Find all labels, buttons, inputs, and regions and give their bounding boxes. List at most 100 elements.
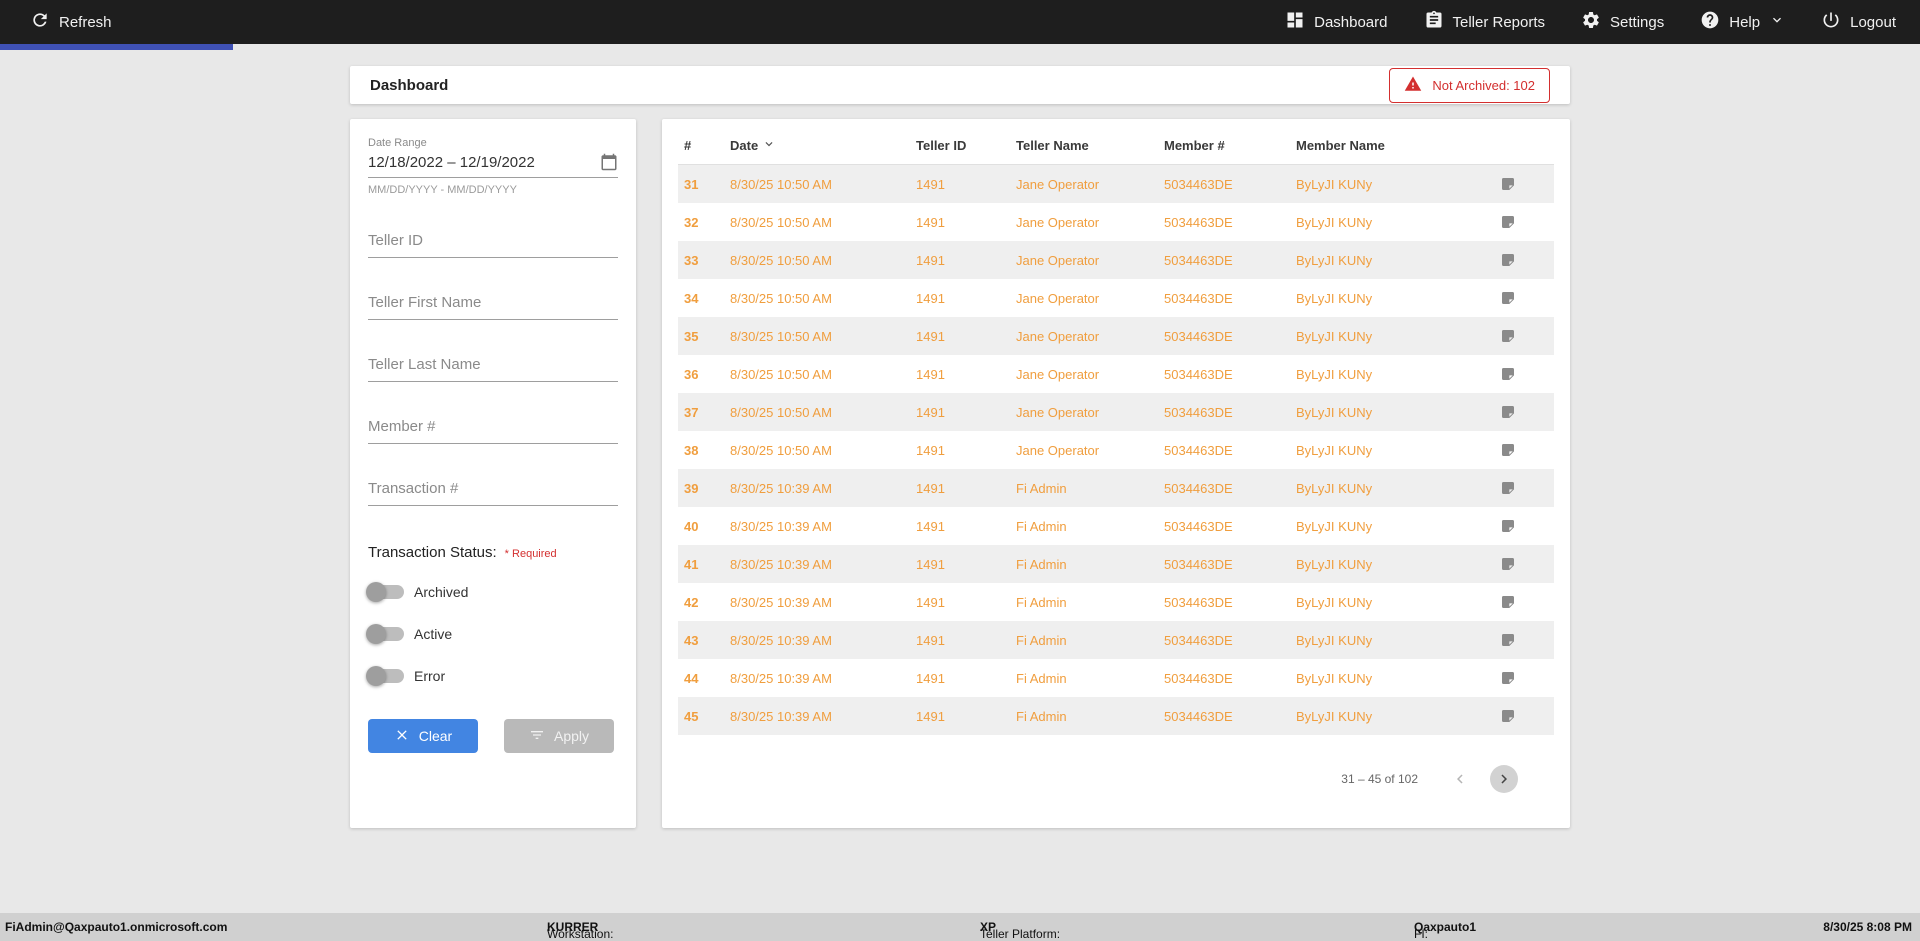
cell-teller-id: 1491 <box>916 518 945 534</box>
not-archived-badge[interactable]: Not Archived: 102 <box>1389 67 1550 103</box>
table-body: 31 8/30/25 10:50 AM 1491 Jane Operator 5… <box>678 165 1554 735</box>
cell-teller-name: Fi Admin <box>1016 670 1067 686</box>
cell-teller-id: 1491 <box>916 328 945 344</box>
note-icon[interactable] <box>1500 518 1548 534</box>
cell-date: 8/30/25 10:50 AM <box>730 328 832 344</box>
status-bar: FiAdmin@Qaxpauto1.onmicrosoft.com Workst… <box>0 913 1920 941</box>
note-icon[interactable] <box>1500 442 1548 458</box>
table-row[interactable]: 44 8/30/25 10:39 AM 1491 Fi Admin 503446… <box>678 659 1554 697</box>
note-icon[interactable] <box>1500 290 1548 306</box>
table-row[interactable]: 34 8/30/25 10:50 AM 1491 Jane Operator 5… <box>678 279 1554 317</box>
table-row[interactable]: 38 8/30/25 10:50 AM 1491 Jane Operator 5… <box>678 431 1554 469</box>
cell-member-num: 5034463DE <box>1164 708 1233 724</box>
cell-date: 8/30/25 10:50 AM <box>730 252 832 268</box>
nav-help[interactable]: Help <box>1700 10 1785 34</box>
table-row[interactable]: 31 8/30/25 10:50 AM 1491 Jane Operator 5… <box>678 165 1554 203</box>
transaction-number-input[interactable] <box>368 480 618 506</box>
pagination: 31 – 45 of 102 <box>678 765 1554 793</box>
refresh-button[interactable]: Refresh <box>30 10 112 34</box>
apply-button[interactable]: Apply <box>504 719 614 753</box>
cell-teller-name: Fi Admin <box>1016 518 1067 534</box>
cell-member-name: ByLyJI KUNy <box>1296 328 1373 344</box>
prev-page-button[interactable] <box>1446 765 1474 793</box>
cell-num: 34 <box>684 290 699 306</box>
table-row[interactable]: 35 8/30/25 10:50 AM 1491 Jane Operator 5… <box>678 317 1554 355</box>
cell-member-num: 5034463DE <box>1164 480 1233 496</box>
table-row[interactable]: 32 8/30/25 10:50 AM 1491 Jane Operator 5… <box>678 203 1554 241</box>
note-icon[interactable] <box>1500 366 1548 382</box>
table-row[interactable]: 45 8/30/25 10:39 AM 1491 Fi Admin 503446… <box>678 697 1554 735</box>
next-page-button[interactable] <box>1490 765 1518 793</box>
cell-teller-id: 1491 <box>916 594 945 610</box>
transaction-status-label: Transaction Status: <box>368 544 497 561</box>
note-icon[interactable] <box>1500 708 1548 724</box>
active-toggle[interactable] <box>366 624 404 644</box>
note-icon[interactable] <box>1500 670 1548 686</box>
cell-member-name: ByLyJI KUNy <box>1296 480 1373 496</box>
note-icon[interactable] <box>1500 176 1548 192</box>
apply-button-label: Apply <box>553 728 590 744</box>
cell-teller-id: 1491 <box>916 290 945 306</box>
date-range-underline <box>368 177 618 178</box>
col-teller-id: Teller ID <box>916 138 967 153</box>
cell-member-name: ByLyJI KUNy <box>1296 404 1373 420</box>
archived-toggle-label: Archived <box>414 584 469 600</box>
nav-settings[interactable]: Settings <box>1581 10 1664 34</box>
cell-teller-id: 1491 <box>916 176 945 192</box>
refresh-icon <box>30 10 50 34</box>
table-row[interactable]: 33 8/30/25 10:50 AM 1491 Jane Operator 5… <box>678 241 1554 279</box>
member-number-field <box>368 418 618 444</box>
calendar-icon[interactable] <box>600 153 618 171</box>
table-row[interactable]: 43 8/30/25 10:39 AM 1491 Fi Admin 503446… <box>678 621 1554 659</box>
cell-member-name: ByLyJI KUNy <box>1296 670 1373 686</box>
table-row[interactable]: 42 8/30/25 10:39 AM 1491 Fi Admin 503446… <box>678 583 1554 621</box>
table-row[interactable]: 37 8/30/25 10:50 AM 1491 Jane Operator 5… <box>678 393 1554 431</box>
cell-num: 42 <box>684 594 699 610</box>
note-icon[interactable] <box>1500 480 1548 496</box>
cell-teller-name: Fi Admin <box>1016 632 1067 648</box>
cell-member-name: ByLyJI KUNy <box>1296 518 1373 534</box>
clear-button-label: Clear <box>418 728 453 744</box>
table-row[interactable]: 39 8/30/25 10:39 AM 1491 Fi Admin 503446… <box>678 469 1554 507</box>
teller-last-name-field <box>368 356 618 382</box>
cell-date: 8/30/25 10:39 AM <box>730 670 832 686</box>
status-teller-platform: Teller Platform: XP <box>980 920 1061 941</box>
col-date[interactable]: Date <box>730 137 916 154</box>
status-time: 8/30/25 8:08 PM <box>1823 920 1912 934</box>
teller-last-name-input[interactable] <box>368 356 618 382</box>
note-icon[interactable] <box>1500 594 1548 610</box>
note-icon[interactable] <box>1500 556 1548 572</box>
table-row[interactable]: 36 8/30/25 10:50 AM 1491 Jane Operator 5… <box>678 355 1554 393</box>
date-range-value[interactable]: 12/18/2022 – 12/19/2022 <box>368 154 535 171</box>
nav-teller-reports[interactable]: Teller Reports <box>1424 10 1545 34</box>
date-range-hint: MM/DD/YYYY - MM/DD/YYYY <box>368 184 517 196</box>
cell-teller-name: Jane Operator <box>1016 442 1100 458</box>
filters-panel: Date Range 12/18/2022 – 12/19/2022 MM/DD… <box>350 119 636 828</box>
nav-logout[interactable]: Logout <box>1821 10 1896 34</box>
teller-first-name-input[interactable] <box>368 294 618 320</box>
teller-id-input[interactable] <box>368 232 618 258</box>
date-range-field[interactable]: Date Range 12/18/2022 – 12/19/2022 MM/DD… <box>368 137 618 196</box>
clear-button[interactable]: Clear <box>368 719 478 753</box>
note-icon[interactable] <box>1500 214 1548 230</box>
cell-date: 8/30/25 10:39 AM <box>730 518 832 534</box>
cell-member-num: 5034463DE <box>1164 404 1233 420</box>
cell-teller-id: 1491 <box>916 556 945 572</box>
note-icon[interactable] <box>1500 632 1548 648</box>
cell-date: 8/30/25 10:50 AM <box>730 290 832 306</box>
cell-num: 33 <box>684 252 699 268</box>
archived-toggle[interactable] <box>366 582 404 602</box>
error-toggle[interactable] <box>366 666 404 686</box>
cell-num: 39 <box>684 480 699 496</box>
table-row[interactable]: 41 8/30/25 10:39 AM 1491 Fi Admin 503446… <box>678 545 1554 583</box>
note-icon[interactable] <box>1500 252 1548 268</box>
gear-icon <box>1581 10 1601 34</box>
page-title: Dashboard <box>370 76 449 94</box>
note-icon[interactable] <box>1500 328 1548 344</box>
cell-date: 8/30/25 10:50 AM <box>730 214 832 230</box>
nav-dashboard[interactable]: Dashboard <box>1285 10 1388 34</box>
status-workstation: Workstation: KURRER <box>547 920 614 941</box>
note-icon[interactable] <box>1500 404 1548 420</box>
member-number-input[interactable] <box>368 418 618 444</box>
table-row[interactable]: 40 8/30/25 10:39 AM 1491 Fi Admin 503446… <box>678 507 1554 545</box>
